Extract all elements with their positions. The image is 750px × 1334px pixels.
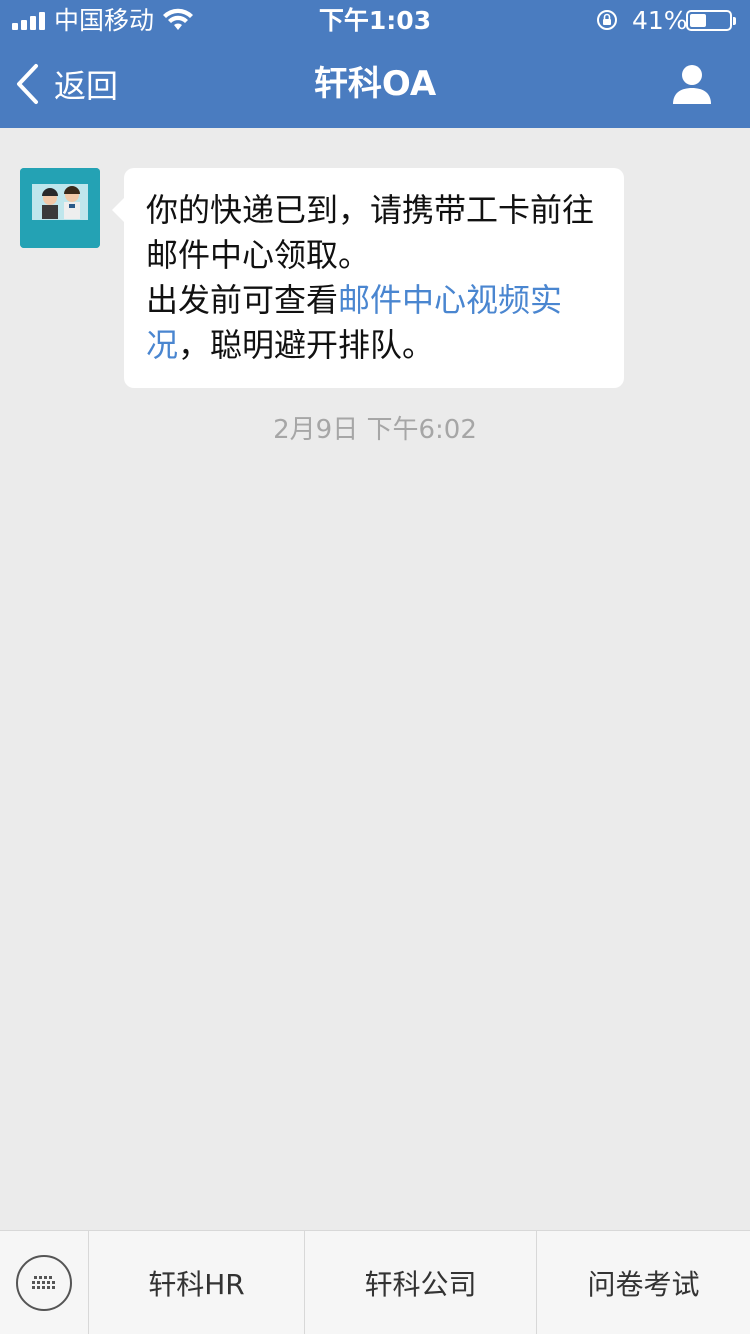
avatar-image — [20, 168, 100, 248]
message-text: 你的快递已到，请携带工卡前往邮件中心领取。 — [146, 191, 595, 274]
menu-item-survey-exam[interactable]: 问卷考试 — [537, 1231, 750, 1334]
battery-percent: 41% — [632, 6, 688, 35]
battery-icon — [686, 10, 736, 31]
page-title: 轩科OA — [313, 64, 437, 104]
keyboard-icon — [16, 1255, 72, 1311]
battery-fill — [690, 14, 706, 27]
profile-icon[interactable] — [670, 62, 714, 106]
bottom-menu-bar: 轩科HR 轩科公司 问卷考试 — [0, 1230, 750, 1334]
keyboard-toggle-button[interactable] — [0, 1231, 89, 1334]
menu-item-company[interactable]: 轩科公司 — [305, 1231, 537, 1334]
header: 中国移动 下午1:03 41% 返回 轩科OA — [0, 0, 750, 128]
message-bubble: 你的快递已到，请携带工卡前往邮件中心领取。 出发前可查看邮件中心视频实况，聪明避… — [112, 168, 624, 388]
message-text-prefix: 出发前可查看 — [146, 281, 339, 319]
status-bar: 中国移动 下午1:03 41% — [0, 0, 750, 40]
rotation-lock-icon — [597, 10, 617, 30]
message-text-suffix: ，聪明避开排队。 — [178, 326, 435, 364]
avatar[interactable] — [20, 168, 100, 248]
menu-item-hr[interactable]: 轩科HR — [89, 1231, 305, 1334]
message-timestamp: 2月9日 下午6:02 — [273, 415, 477, 445]
